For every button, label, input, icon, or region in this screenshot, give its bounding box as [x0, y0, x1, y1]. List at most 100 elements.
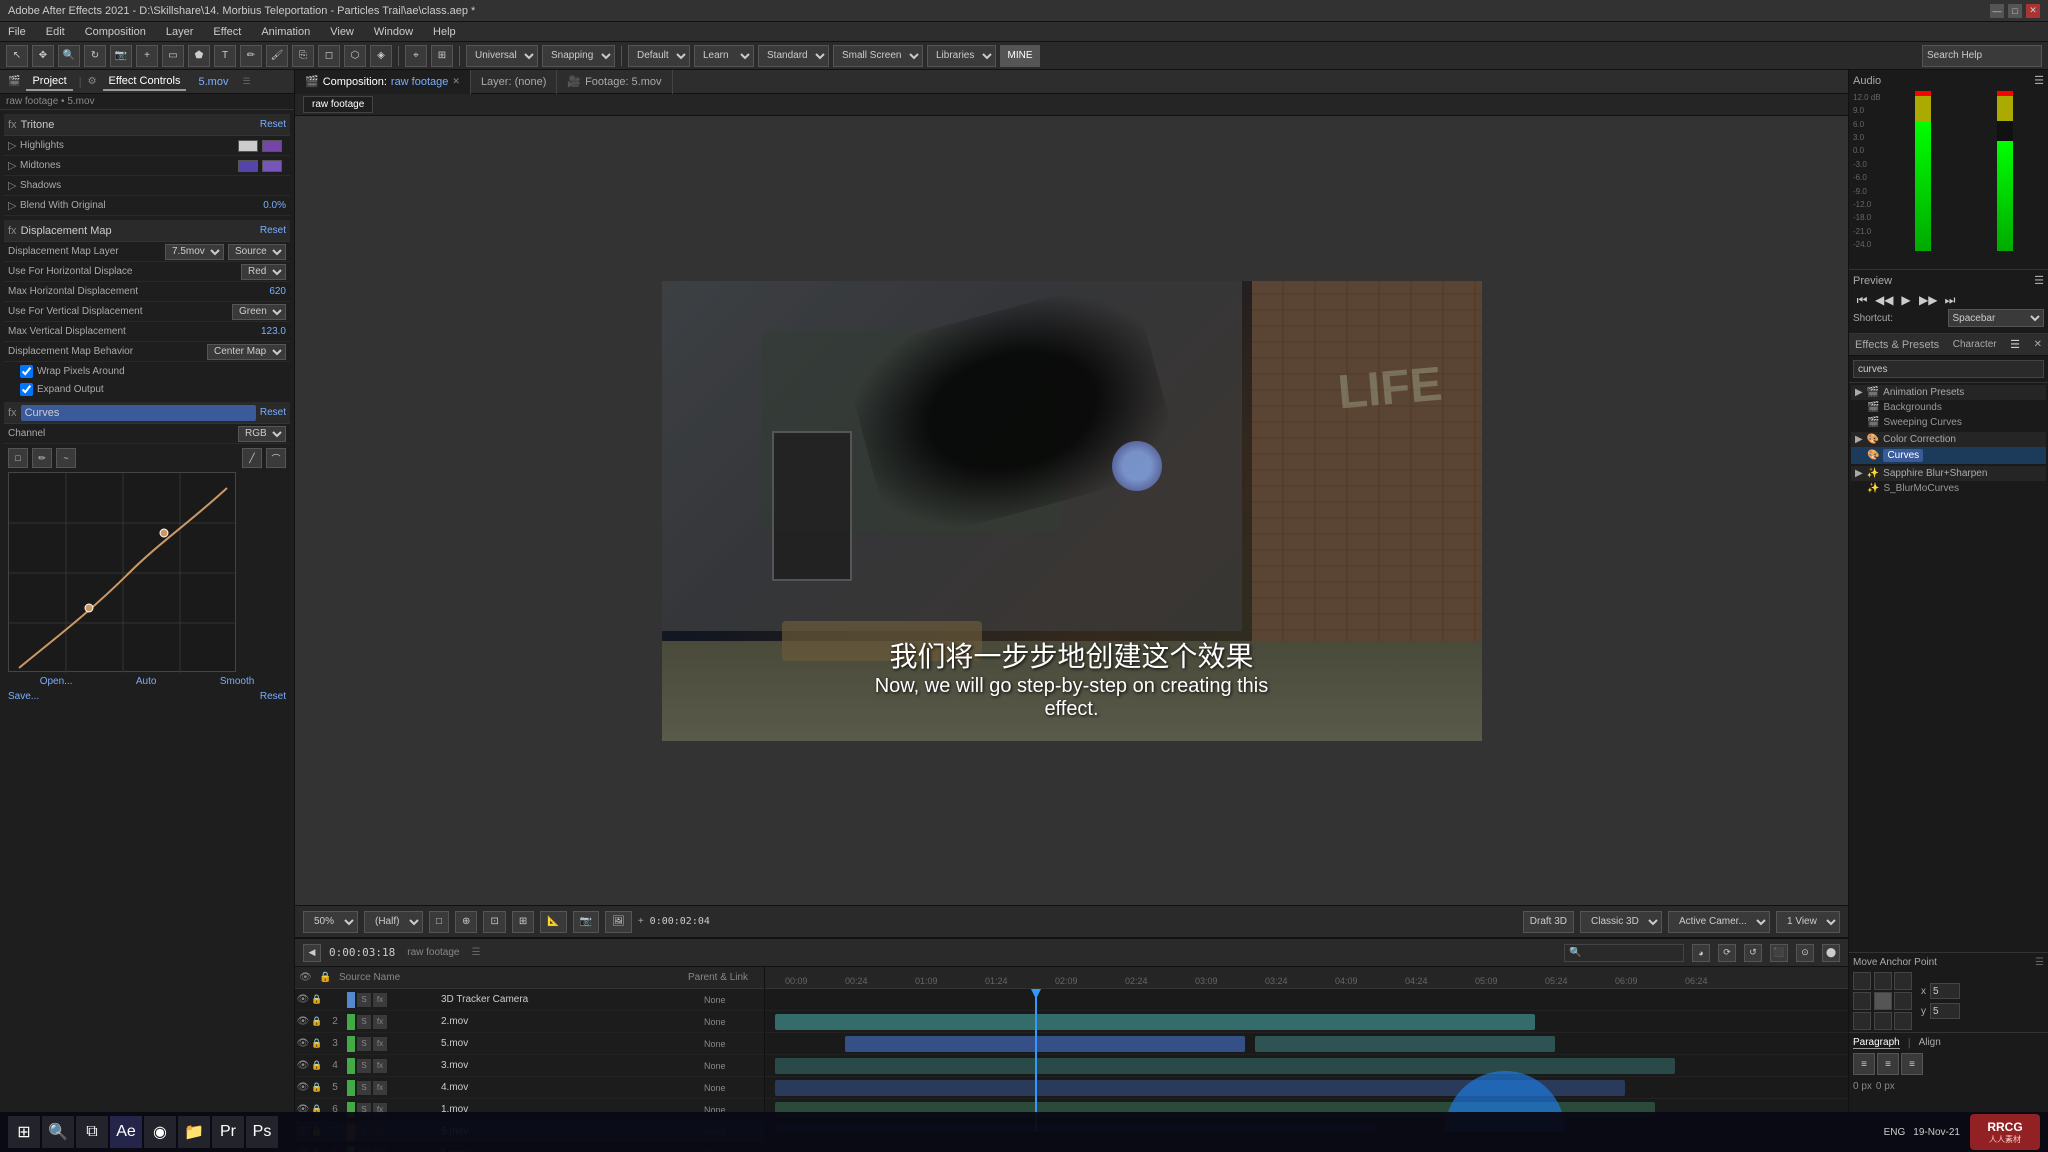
- curves-pencil-btn[interactable]: ✏: [32, 448, 52, 468]
- menu-effect[interactable]: Effect: [209, 26, 245, 38]
- effects-group-animation-header[interactable]: ▶ 🎬 Animation Presets: [1851, 385, 2046, 400]
- tritone-midtones-swatch[interactable]: [238, 160, 258, 172]
- layer-fx-2[interactable]: fx: [373, 1015, 387, 1029]
- tool-snap[interactable]: ⌖: [405, 45, 427, 67]
- map-menu[interactable]: ☰: [2035, 957, 2044, 968]
- clip-2[interactable]: [775, 1014, 1535, 1030]
- preview-step-forward[interactable]: ▶▶: [1919, 291, 1937, 309]
- layer-solo-3[interactable]: S: [357, 1037, 371, 1051]
- tool-text[interactable]: T: [214, 45, 236, 67]
- tool-paint[interactable]: 🖌: [266, 45, 288, 67]
- tritone-highlights-swatch[interactable]: [238, 140, 258, 152]
- mine-button[interactable]: MINE: [1000, 45, 1040, 67]
- view-select[interactable]: 1 View: [1776, 911, 1840, 933]
- curves-curve-btn[interactable]: ⌒: [266, 448, 286, 468]
- raw-footage-subtab[interactable]: raw footage: [303, 96, 373, 113]
- tool-roto[interactable]: ⬡: [344, 45, 366, 67]
- comp-tab-close[interactable]: ✕: [452, 76, 460, 87]
- displ-max-vert-value[interactable]: 123.0: [246, 326, 286, 337]
- tool-zoom[interactable]: 🔍: [58, 45, 80, 67]
- layer-solo-5[interactable]: S: [357, 1081, 371, 1095]
- tl-search-input[interactable]: [1564, 944, 1684, 962]
- preview-skip-start[interactable]: ⏮: [1853, 291, 1871, 309]
- menu-composition[interactable]: Composition: [81, 26, 150, 38]
- view-preset-dropdown[interactable]: Default: [628, 45, 690, 67]
- layer-lock-4[interactable]: 🔒: [311, 1060, 325, 1071]
- clip-3a[interactable]: [845, 1036, 1245, 1052]
- tritone-reset[interactable]: Reset: [260, 119, 286, 130]
- map-x-input[interactable]: [1930, 983, 1960, 999]
- audio-menu[interactable]: ☰: [2034, 74, 2044, 87]
- zoom-select[interactable]: 50%: [303, 911, 358, 933]
- minimize-button[interactable]: —: [1990, 4, 2004, 18]
- menu-file[interactable]: File: [4, 26, 30, 38]
- layer-eye-camera[interactable]: 👁: [295, 994, 311, 1005]
- tl-motion-blur-btn[interactable]: ◕: [1692, 944, 1710, 962]
- toggle-safe-btn[interactable]: ⊡: [483, 911, 505, 933]
- tl-cache-btn[interactable]: ⬛: [1770, 944, 1788, 962]
- tool-shape[interactable]: ⬟: [188, 45, 210, 67]
- tl-live-update-btn[interactable]: ⊙: [1796, 944, 1814, 962]
- displ-source-select[interactable]: Source: [228, 244, 286, 260]
- comp-tab-footage[interactable]: 🎥 Footage: 5.mov: [557, 70, 672, 94]
- tritone-header[interactable]: fx Tritone Reset: [4, 114, 290, 136]
- track-row-3[interactable]: [765, 1033, 1848, 1055]
- task-view-button[interactable]: ⧉: [76, 1116, 108, 1148]
- effects-item-sweeping-curves[interactable]: 🎬 Sweeping Curves: [1851, 415, 2046, 430]
- map-cell-tl[interactable]: [1853, 972, 1871, 990]
- map-cell-mc[interactable]: [1874, 992, 1892, 1010]
- tool-pen[interactable]: ✏: [240, 45, 262, 67]
- preview-step-back[interactable]: ◀◀: [1875, 291, 1893, 309]
- align-center-btn[interactable]: ≡: [1877, 1053, 1899, 1075]
- curves-reset[interactable]: Reset: [260, 407, 286, 418]
- curves-header[interactable]: fx Curves Reset: [4, 402, 290, 424]
- tritone-highlights-swatch2[interactable]: [262, 140, 282, 152]
- preview-skip-end[interactable]: ⏭: [1941, 291, 1959, 309]
- renderer-select[interactable]: Classic 3D: [1580, 911, 1662, 933]
- curves-reset-btn[interactable]: □: [8, 448, 28, 468]
- start-button[interactable]: ⊞: [8, 1116, 40, 1148]
- displacement-reset[interactable]: Reset: [260, 225, 286, 236]
- search-button[interactable]: 🔍: [42, 1116, 74, 1148]
- learn-dropdown[interactable]: Learn: [694, 45, 754, 67]
- displ-wrap-checkbox[interactable]: [20, 365, 33, 378]
- map-cell-tc[interactable]: [1874, 972, 1892, 990]
- displ-use-vert-select[interactable]: Green: [232, 304, 286, 320]
- map-cell-tr[interactable]: [1894, 972, 1912, 990]
- playhead[interactable]: [1035, 989, 1037, 1132]
- displ-max-horiz-value[interactable]: 620: [246, 286, 286, 297]
- map-cell-ml[interactable]: [1853, 992, 1871, 1010]
- curves-canvas[interactable]: [8, 472, 236, 672]
- menu-animation[interactable]: Animation: [257, 26, 314, 38]
- curves-reset-bottom-btn[interactable]: Reset: [260, 691, 286, 702]
- displ-behavior-select[interactable]: Center Map: [207, 344, 286, 360]
- curves-smooth-label-btn[interactable]: Smooth: [220, 676, 254, 687]
- map-cell-bl[interactable]: [1853, 1012, 1871, 1030]
- search-help-input[interactable]: [1922, 45, 2042, 67]
- layer-solo-4[interactable]: S: [357, 1059, 371, 1073]
- clip-3b[interactable]: [1255, 1036, 1555, 1052]
- taskbar-premiere-icon[interactable]: Pr: [212, 1116, 244, 1148]
- layer-eye-3[interactable]: 👁: [295, 1038, 311, 1049]
- standard-dropdown[interactable]: Standard: [758, 45, 829, 67]
- layer-fx-4[interactable]: fx: [373, 1059, 387, 1073]
- tritone-midtones-swatch2[interactable]: [262, 160, 282, 172]
- track-row-4[interactable]: [765, 1055, 1848, 1077]
- panel-menu-icon[interactable]: ☰: [242, 76, 250, 87]
- effects-group-sapphire-header[interactable]: ▶ ✨ Sapphire Blur+Sharpen: [1851, 466, 2046, 481]
- libraries-dropdown[interactable]: Libraries: [927, 45, 996, 67]
- layer-fx-3[interactable]: fx: [373, 1037, 387, 1051]
- effects-item-curves[interactable]: 🎨 Curves: [1851, 447, 2046, 464]
- preview-menu[interactable]: ☰: [2034, 274, 2044, 287]
- displ-expand-checkbox[interactable]: [20, 383, 33, 396]
- map-cell-bc[interactable]: [1874, 1012, 1892, 1030]
- effects-group-color-header[interactable]: ▶ 🎨 Color Correction: [1851, 432, 2046, 447]
- taskbar-photoshop-icon[interactable]: Ps: [246, 1116, 278, 1148]
- displ-use-horiz-select[interactable]: Red: [241, 264, 286, 280]
- tool-clone[interactable]: ⎘: [292, 45, 314, 67]
- effects-character-tab[interactable]: Character: [1953, 339, 1997, 350]
- layer-solo-2[interactable]: S: [357, 1015, 371, 1029]
- clip-5[interactable]: [775, 1080, 1625, 1096]
- layer-eye-5[interactable]: 👁: [295, 1082, 311, 1093]
- curves-line-btn[interactable]: ╱: [242, 448, 262, 468]
